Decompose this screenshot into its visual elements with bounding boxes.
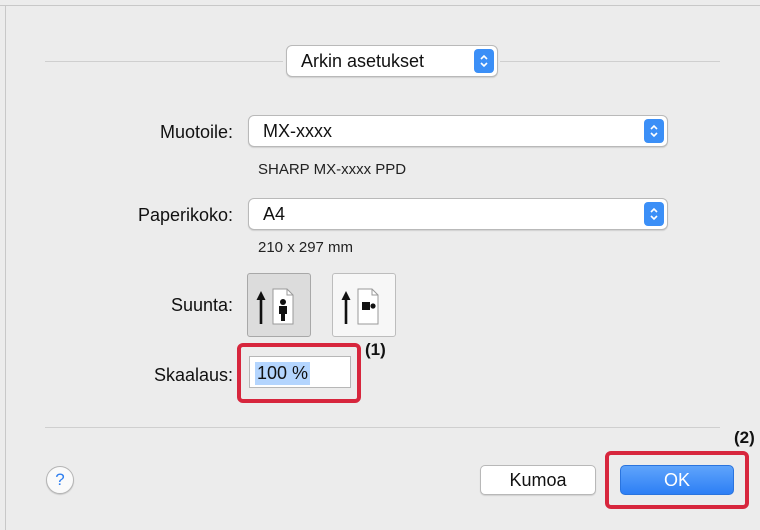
chevron-updown-icon <box>644 119 664 143</box>
format-label: Muotoile: <box>159 122 233 142</box>
paper-size-dimensions: 210 x 297 mm <box>258 239 354 256</box>
window-top-edge <box>0 5 760 6</box>
section-popup-value: Arkin asetukset <box>301 51 425 71</box>
separator-left <box>45 61 283 62</box>
bottom-separator <box>45 427 720 428</box>
format-value: MX-xxxx <box>263 121 332 141</box>
chevron-updown-icon <box>474 49 494 73</box>
cancel-button[interactable]: Kumoa <box>480 465 596 495</box>
landscape-orientation-button[interactable] <box>332 273 396 337</box>
help-button[interactable]: ? <box>46 466 74 494</box>
portrait-orientation-icon <box>256 288 294 325</box>
ok-highlight-box <box>605 451 749 509</box>
scale-label: Skaalaus: <box>153 365 233 385</box>
chevron-updown-icon <box>644 202 664 226</box>
paper-size-value: A4 <box>263 204 286 224</box>
format-popup[interactable]: MX-xxxx <box>248 115 668 147</box>
callout-2: (2) <box>734 428 755 447</box>
format-description: SHARP MX-xxxx PPD <box>258 161 407 178</box>
window-left-edge <box>5 5 6 530</box>
scale-highlight-box <box>237 343 361 403</box>
paper-size-label: Paperikoko: <box>137 205 233 225</box>
orientation-label: Suunta: <box>170 295 233 315</box>
separator-right <box>500 61 720 62</box>
landscape-orientation-icon <box>341 288 379 325</box>
paper-size-popup[interactable]: A4 <box>248 198 668 230</box>
portrait-orientation-button[interactable] <box>247 273 311 337</box>
section-popup[interactable]: Arkin asetukset <box>286 45 498 77</box>
callout-1: (1) <box>365 340 386 359</box>
